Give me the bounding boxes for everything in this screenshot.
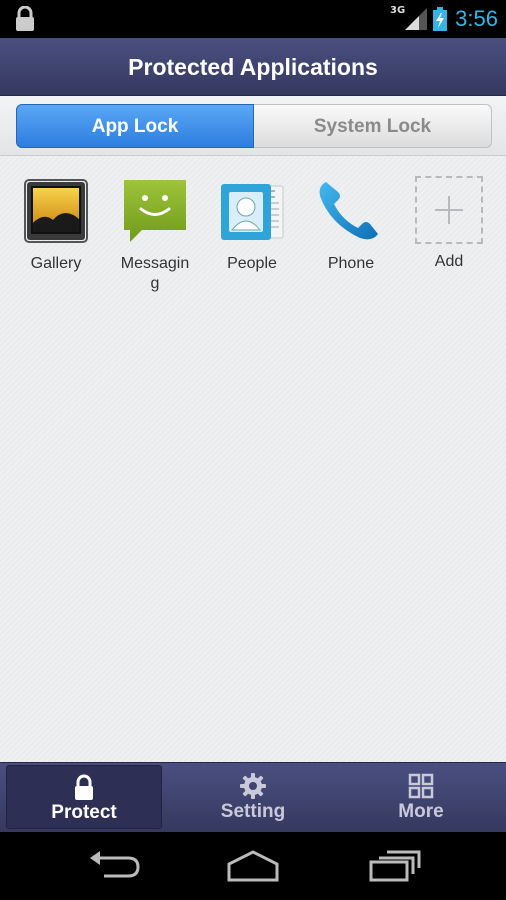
tab-label: Setting [220, 801, 286, 822]
recent-apps-icon[interactable] [365, 848, 425, 884]
network-type: 3G [390, 4, 406, 16]
app-item-phone[interactable]: Phone [302, 176, 400, 274]
tab-label: More [398, 801, 444, 822]
tab-app-lock[interactable]: App Lock [16, 104, 254, 148]
main-content: App Lock System Lock Gallery Messaging P… [0, 96, 506, 762]
app-header: Protected Applications [0, 38, 506, 96]
app-label: People [227, 255, 277, 272]
app-item-gallery[interactable]: Gallery [7, 176, 105, 274]
app-item-messaging[interactable]: Messaging [106, 176, 204, 294]
tab-setting[interactable]: Setting [175, 765, 331, 829]
app-item-people[interactable]: People [203, 176, 301, 274]
phone-icon [316, 176, 386, 246]
signal-icon [405, 8, 428, 30]
bottom-tab-bar: Protect Setting More [0, 762, 506, 832]
tab-protect[interactable]: Protect [6, 765, 162, 829]
protected-app-grid: Gallery Messaging People Phone Add [0, 176, 506, 316]
tab-label: Protect [51, 802, 117, 823]
app-label: Phone [327, 255, 375, 272]
gear-icon [240, 773, 266, 799]
system-nav-bar [0, 832, 506, 900]
gallery-icon [21, 176, 91, 246]
status-bar: 3G 3:56 [0, 0, 506, 38]
page-title: Protected Applications [128, 54, 378, 80]
lock-type-toggle: App Lock System Lock [0, 96, 506, 156]
app-label: Add [434, 253, 464, 270]
lock-icon [16, 6, 34, 31]
people-icon [217, 176, 287, 246]
back-icon[interactable] [84, 848, 144, 884]
add-app-button[interactable]: Add [400, 176, 498, 272]
battery-charging-icon [433, 7, 448, 31]
lock-icon [75, 774, 93, 800]
add-icon [415, 176, 483, 244]
tab-more[interactable]: More [343, 765, 499, 829]
app-label: Gallery [30, 255, 82, 272]
tab-system-lock[interactable]: System Lock [254, 104, 492, 148]
home-icon[interactable] [223, 848, 283, 884]
messaging-icon [120, 176, 190, 246]
clock: 3:56 [455, 6, 498, 31]
app-label: Messaging [120, 255, 190, 292]
grid-icon [408, 773, 434, 799]
